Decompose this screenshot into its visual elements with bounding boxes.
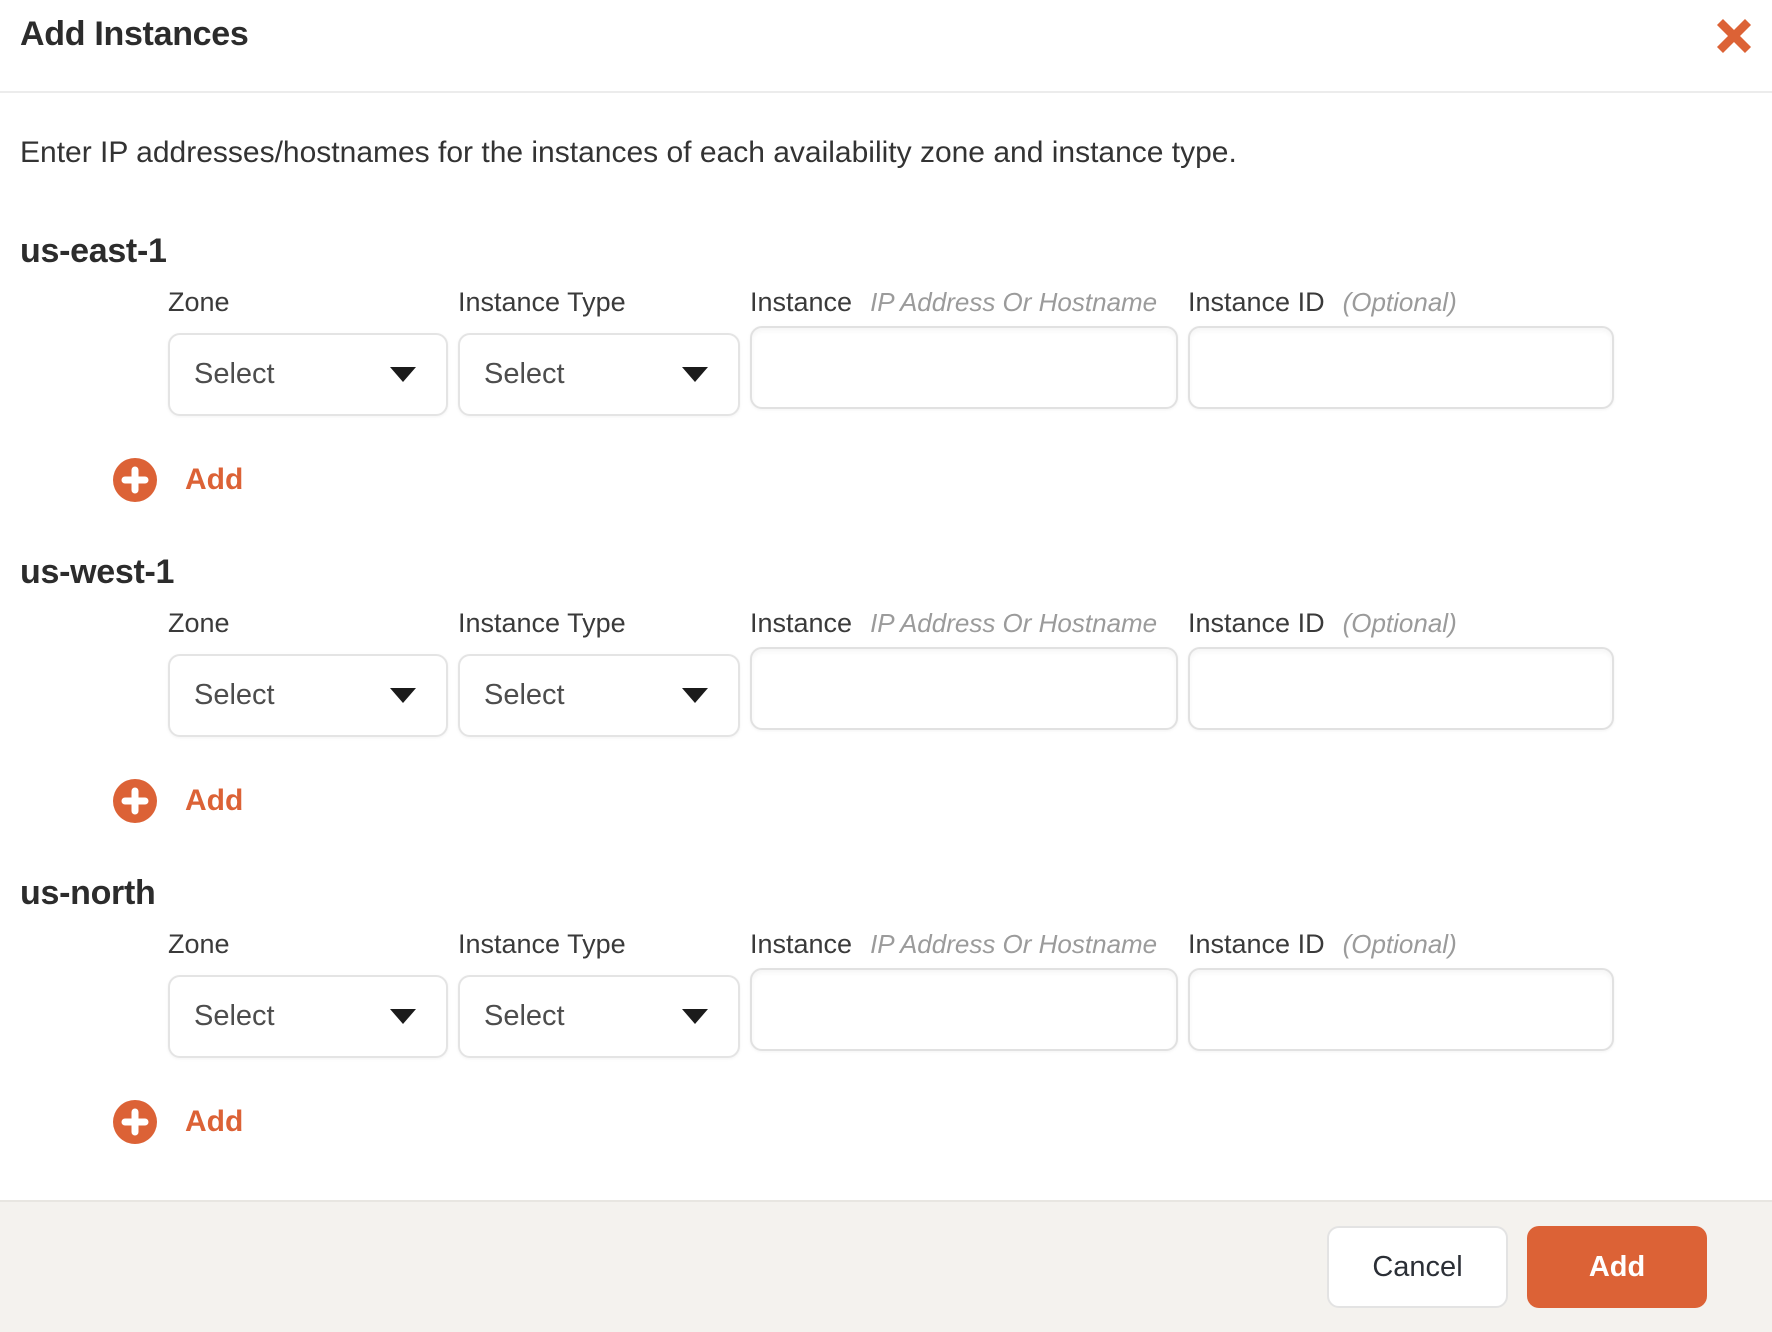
caret-down-icon <box>390 367 416 382</box>
caret-down-icon <box>682 367 708 382</box>
caret-down-icon <box>682 688 708 703</box>
zone-field: Zone Select <box>168 608 448 737</box>
instance-type-select-value: Select <box>484 679 565 711</box>
instance-type-select-value: Select <box>484 1000 565 1032</box>
zone-section-us-west-1: us-west-1 Zone Select Instance Type Sele… <box>20 552 1752 823</box>
instance-type-field: Instance Type Select <box>458 287 740 416</box>
zone-select-value: Select <box>194 358 275 390</box>
instance-id-input[interactable] <box>1188 647 1614 730</box>
instance-id-label: Instance ID <box>1188 608 1325 638</box>
instance-label: Instance <box>750 287 853 317</box>
zone-label: Zone <box>168 287 230 317</box>
instance-input[interactable] <box>750 968 1178 1051</box>
caret-down-icon <box>390 1009 416 1024</box>
dialog-title: Add Instances <box>20 15 249 53</box>
zone-section-us-north: us-north Zone Select Instance Type Selec… <box>20 873 1752 1144</box>
section-heading: us-north <box>20 874 156 912</box>
dialog-body: Enter IP addresses/hostnames for the ins… <box>0 93 1772 1200</box>
instance-field: Instance IP Address Or Hostname <box>750 929 1178 1051</box>
caret-down-icon <box>390 688 416 703</box>
close-button[interactable] <box>1706 8 1762 64</box>
dialog-footer: Cancel Add <box>0 1200 1772 1332</box>
zone-field: Zone Select <box>168 287 448 416</box>
instance-id-hint: (Optional) <box>1342 929 1457 959</box>
zone-select[interactable]: Select <box>168 333 448 416</box>
zone-select-value: Select <box>194 1000 275 1032</box>
instance-field: Instance IP Address Or Hostname <box>750 608 1178 730</box>
instance-hint: IP Address Or Hostname <box>870 287 1158 317</box>
cancel-button[interactable]: Cancel <box>1327 1226 1508 1308</box>
instance-id-field: Instance ID (Optional) <box>1188 608 1614 730</box>
zone-select[interactable]: Select <box>168 975 448 1058</box>
instance-hint: IP Address Or Hostname <box>870 608 1158 638</box>
instance-fields-row: Zone Select Instance Type Select Instanc… <box>168 608 1752 737</box>
instance-hint: IP Address Or Hostname <box>870 929 1158 959</box>
plus-circle-icon <box>113 1100 157 1144</box>
instance-id-field: Instance ID (Optional) <box>1188 287 1614 409</box>
plus-circle-icon <box>113 458 157 502</box>
add-instance-row-button[interactable]: Add <box>113 779 243 823</box>
instance-id-hint: (Optional) <box>1342 608 1457 638</box>
instance-fields-row: Zone Select Instance Type Select Instanc… <box>168 929 1752 1058</box>
zone-label: Zone <box>168 608 230 638</box>
add-row-label: Add <box>185 463 244 496</box>
zone-field: Zone Select <box>168 929 448 1058</box>
zone-section-us-east-1: us-east-1 Zone Select Instance Type Sele… <box>20 231 1752 502</box>
instance-input[interactable] <box>750 326 1178 409</box>
instance-id-input[interactable] <box>1188 968 1614 1051</box>
instance-type-label: Instance Type <box>458 287 626 317</box>
add-instance-row-button[interactable]: Add <box>113 458 243 502</box>
add-button[interactable]: Add <box>1527 1226 1707 1308</box>
instance-field: Instance IP Address Or Hostname <box>750 287 1178 409</box>
instance-type-field: Instance Type Select <box>458 929 740 1058</box>
section-heading: us-west-1 <box>20 553 175 591</box>
instance-type-select[interactable]: Select <box>458 333 740 416</box>
section-heading: us-east-1 <box>20 232 167 270</box>
instance-id-hint: (Optional) <box>1342 287 1457 317</box>
close-icon <box>1716 18 1752 54</box>
instance-id-input[interactable] <box>1188 326 1614 409</box>
instance-type-select-value: Select <box>484 358 565 390</box>
instance-label: Instance <box>750 608 853 638</box>
zone-select[interactable]: Select <box>168 654 448 737</box>
instance-input[interactable] <box>750 647 1178 730</box>
plus-circle-icon <box>113 779 157 823</box>
dialog-description: Enter IP addresses/hostnames for the ins… <box>20 136 1237 169</box>
instance-type-label: Instance Type <box>458 929 626 959</box>
instance-type-select[interactable]: Select <box>458 975 740 1058</box>
add-row-label: Add <box>185 784 244 817</box>
instance-id-label: Instance ID <box>1188 929 1325 959</box>
add-row-label: Add <box>185 1105 244 1138</box>
dialog-header: Add Instances <box>0 0 1772 93</box>
instance-label: Instance <box>750 929 853 959</box>
instance-type-label: Instance Type <box>458 608 626 638</box>
zone-select-value: Select <box>194 679 275 711</box>
instance-fields-row: Zone Select Instance Type Select Instanc… <box>168 287 1752 416</box>
instance-id-label: Instance ID <box>1188 287 1325 317</box>
instance-id-field: Instance ID (Optional) <box>1188 929 1614 1051</box>
add-instance-row-button[interactable]: Add <box>113 1100 243 1144</box>
caret-down-icon <box>682 1009 708 1024</box>
instance-type-field: Instance Type Select <box>458 608 740 737</box>
zone-label: Zone <box>168 929 230 959</box>
instance-type-select[interactable]: Select <box>458 654 740 737</box>
add-instances-dialog: Add Instances Enter IP addresses/hostnam… <box>0 0 1772 1332</box>
